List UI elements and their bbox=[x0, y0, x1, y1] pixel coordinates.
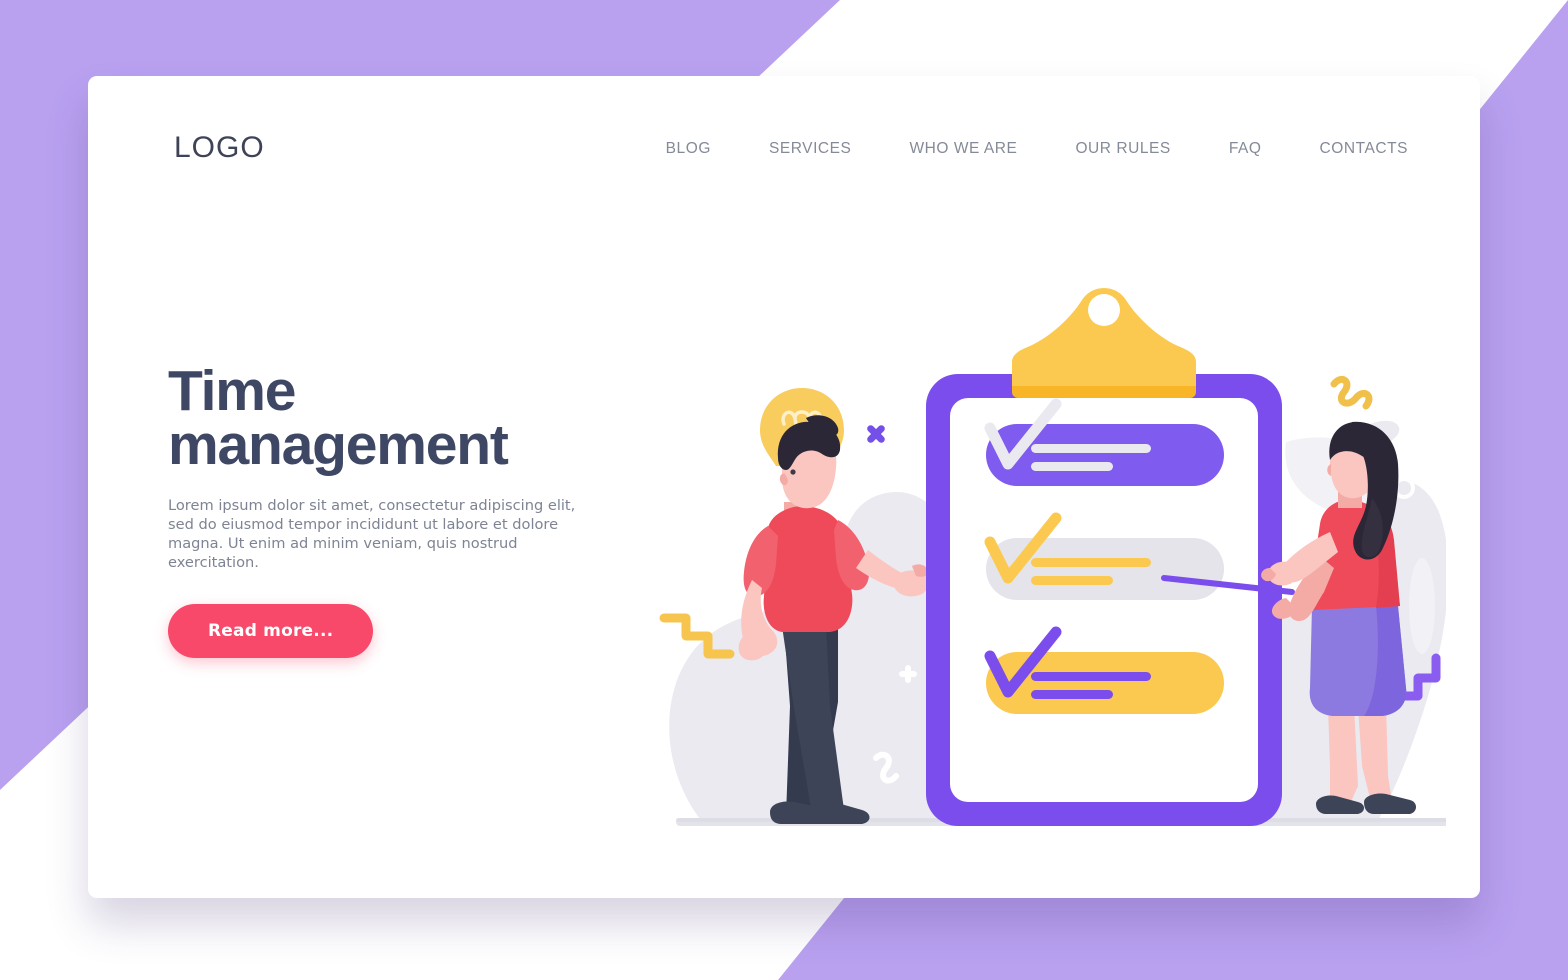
nav-item-faq[interactable]: FAQ bbox=[1229, 140, 1262, 158]
cross-x-icon bbox=[867, 425, 885, 443]
clip-hole bbox=[1088, 294, 1120, 326]
nav-item-who-we-are[interactable]: WHO WE ARE bbox=[909, 140, 1017, 158]
page-title: Time management bbox=[168, 363, 588, 477]
nav-item-services[interactable]: SERVICES bbox=[769, 140, 852, 158]
hero-paragraph: Lorem ipsum dolor sit amet, consectetur … bbox=[168, 497, 576, 571]
page-root: LOGO BLOG SERVICES WHO WE ARE OUR RULES … bbox=[0, 0, 1568, 980]
landing-card: LOGO BLOG SERVICES WHO WE ARE OUR RULES … bbox=[88, 76, 1480, 898]
nav-item-contacts[interactable]: CONTACTS bbox=[1320, 140, 1409, 158]
nav-item-blog[interactable]: BLOG bbox=[666, 140, 711, 158]
circle-outline-white-2 bbox=[1435, 779, 1446, 801]
headline-line-2: management bbox=[168, 413, 509, 477]
read-more-button[interactable]: Read more... bbox=[168, 604, 374, 658]
hero-section: Time management Lorem ipsum dolor sit am… bbox=[168, 363, 588, 658]
logo[interactable]: LOGO bbox=[174, 131, 265, 165]
time-management-illustration bbox=[586, 206, 1446, 866]
clipboard bbox=[926, 288, 1282, 826]
nav-item-our-rules[interactable]: OUR RULES bbox=[1075, 140, 1170, 158]
zigzag-yellow-right bbox=[1330, 376, 1373, 410]
main-navigation: BLOG SERVICES WHO WE ARE OUR RULES FAQ C… bbox=[666, 140, 1408, 158]
